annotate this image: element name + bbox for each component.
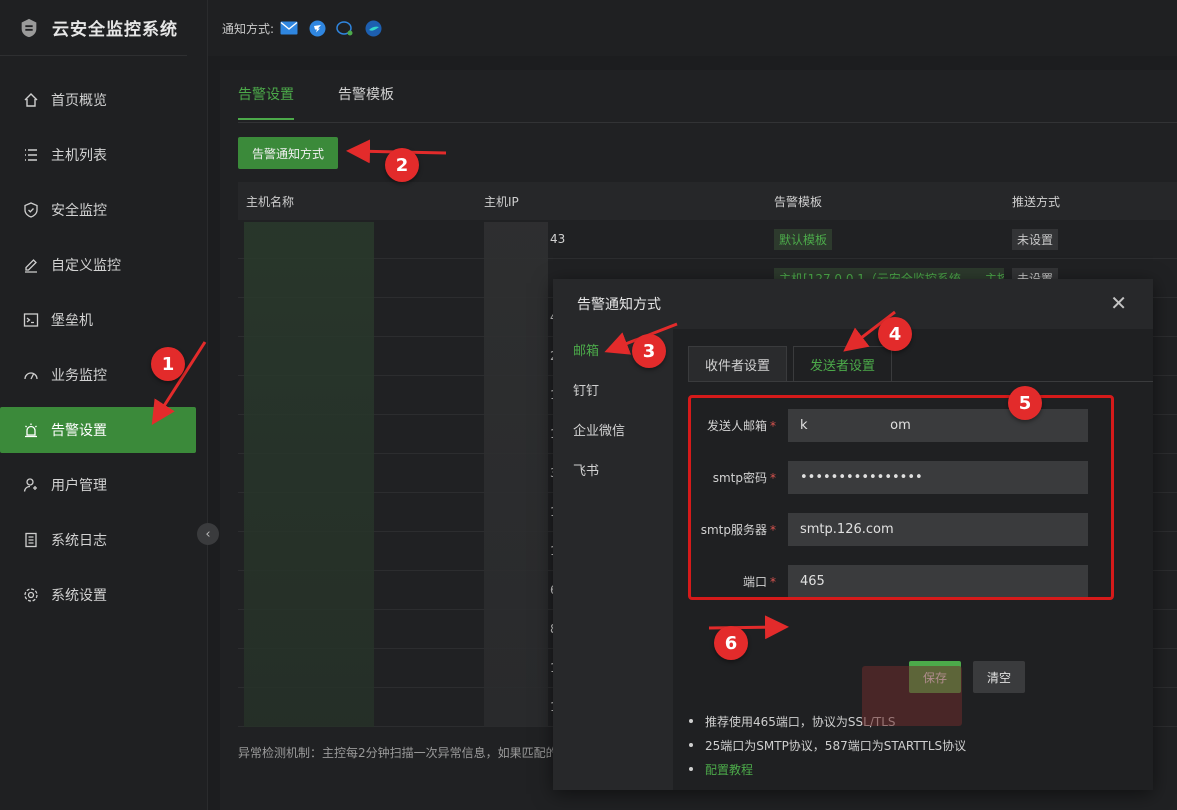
user-icon (22, 476, 40, 494)
channel-item-dingtalk[interactable]: 钉钉 (553, 369, 673, 409)
clear-button[interactable]: 清空 (973, 661, 1025, 693)
annotation-badge-6: 6 (714, 626, 748, 660)
annotation-badge-1: 1 (151, 347, 185, 381)
tab-recipient-settings[interactable]: 收件者设置 (688, 346, 788, 382)
home-icon (22, 91, 40, 109)
bullet-icon (689, 767, 693, 771)
column-header-push-method: 推送方式 (1012, 194, 1061, 209)
annotation-badge-3: 3 (632, 334, 666, 368)
settings-sub-tabs: 收件者设置 发送者设置 (688, 346, 898, 382)
push-method-tag: 未设置 (1012, 228, 1059, 250)
notify-methods-label: 通知方式: (222, 21, 275, 36)
tip-item: 25端口为SMTP协议，587端口为STARTTLS协议 (689, 733, 966, 757)
sidebar-item-label: 首页概览 (51, 93, 107, 109)
tab-alarm-templates[interactable]: 告警模板 (338, 84, 394, 120)
sidebar-item-host-list[interactable]: 主机列表 (0, 132, 196, 178)
logo-icon (21, 18, 37, 37)
terminal-icon (22, 311, 40, 329)
sidebar-item-label: 主机列表 (51, 148, 107, 164)
alarm-notify-method-button[interactable]: 告警通知方式 (238, 137, 338, 169)
bullet-icon (689, 743, 693, 747)
column-header-host-name: 主机名称 (246, 194, 295, 209)
edit-icon (22, 256, 40, 274)
detection-mechanism-note: 异常检测机制：主控每2分钟扫描一次异常信息，如果匹配的 (238, 746, 558, 760)
template-tag[interactable]: 默认模板 (774, 228, 833, 250)
channel-item-wechat-work[interactable]: 企业微信 (553, 409, 673, 449)
log-icon (22, 531, 40, 549)
push-method-cell: 未设置 (1004, 228, 1059, 250)
annotation-badge-4: 4 (878, 317, 912, 351)
tabs-divider (238, 122, 1177, 123)
sidebar-item-overview[interactable]: 首页概览 (0, 77, 196, 123)
list-icon (22, 146, 40, 164)
redacted-host-ips (484, 222, 548, 727)
app-title: 云安全监控系统 (52, 20, 178, 40)
wechat-work-icon[interactable] (336, 19, 354, 37)
shield-icon (22, 201, 40, 219)
sidebar-nav: 首页概览 主机列表 安全监控 自定义监控 堡垒机 业务监控 告警设置 用户管理 … (0, 77, 207, 618)
annotation-badge-5: 5 (1008, 386, 1042, 420)
topbar: 通知方式: (208, 0, 1177, 56)
sidebar-item-label: 告警设置 (51, 423, 107, 439)
sidebar-item-label: 堡垒机 (51, 313, 93, 329)
sidebar-collapse-button[interactable]: ‹ (197, 523, 219, 545)
sidebar-item-bastion[interactable]: 堡垒机 (0, 297, 196, 343)
sidebar-item-user-management[interactable]: 用户管理 (0, 462, 196, 508)
sidebar-item-label: 用户管理 (51, 478, 107, 494)
modal-channel-list: 邮箱 钉钉 企业微信 飞书 (553, 329, 673, 790)
sub-tabs-divider (688, 381, 1153, 382)
sidebar-item-label: 系统日志 (51, 533, 107, 549)
gauge-icon (22, 366, 40, 384)
app-logo: 云安全监控系统 (0, 0, 187, 56)
modal-title: 告警通知方式 (577, 297, 661, 313)
sidebar-item-custom-monitor[interactable]: 自定义监控 (0, 242, 196, 288)
close-icon[interactable]: ✕ (1110, 293, 1127, 313)
form-highlight-box (688, 395, 1114, 600)
app-root: 云安全监控系统 首页概览 主机列表 安全监控 自定义监控 堡垒机 业务监控 告警… (0, 0, 1177, 810)
sidebar-item-label: 安全监控 (51, 203, 107, 219)
tab-sender-settings[interactable]: 发送者设置 (793, 346, 893, 382)
sidebar-item-alarm-settings[interactable]: 告警设置 (0, 407, 196, 453)
tip-text: 25端口为SMTP协议，587端口为STARTTLS协议 (705, 738, 967, 753)
channel-item-feishu[interactable]: 飞书 (553, 449, 673, 489)
tab-alarm-settings[interactable]: 告警设置 (238, 84, 294, 120)
redacted-host-names (244, 222, 374, 727)
sidebar-item-label: 业务监控 (51, 368, 107, 384)
dingtalk-icon[interactable] (308, 19, 326, 37)
column-header-template: 告警模板 (774, 194, 823, 209)
sidebar: 云安全监控系统 首页概览 主机列表 安全监控 自定义监控 堡垒机 业务监控 告警… (0, 0, 208, 810)
sidebar-item-system-settings[interactable]: 系统设置 (0, 572, 196, 618)
main-tabs: 告警设置 告警模板 (238, 84, 438, 120)
tip-item: 配置教程 (689, 757, 966, 781)
table-header: 主机名称 主机IP 告警模板 推送方式 (238, 182, 1177, 220)
annotation-badge-2: 2 (385, 148, 419, 182)
mail-icon[interactable] (280, 19, 298, 37)
gear-icon (22, 586, 40, 604)
table-row[interactable]: 43 默认模板 未设置 (238, 220, 1177, 259)
column-header-host-ip: 主机IP (484, 194, 519, 209)
bullet-icon (689, 719, 693, 723)
watermark-logo (862, 666, 962, 726)
sidebar-item-label: 系统设置 (51, 588, 107, 604)
template-cell: 默认模板 (766, 228, 1004, 250)
sidebar-item-system-log[interactable]: 系统日志 (0, 517, 196, 563)
feishu-icon[interactable] (364, 19, 382, 37)
config-tutorial-link[interactable]: 配置教程 (705, 761, 753, 778)
alarm-icon (22, 421, 40, 439)
sidebar-item-security-monitor[interactable]: 安全监控 (0, 187, 196, 233)
sidebar-item-label: 自定义监控 (51, 258, 121, 274)
